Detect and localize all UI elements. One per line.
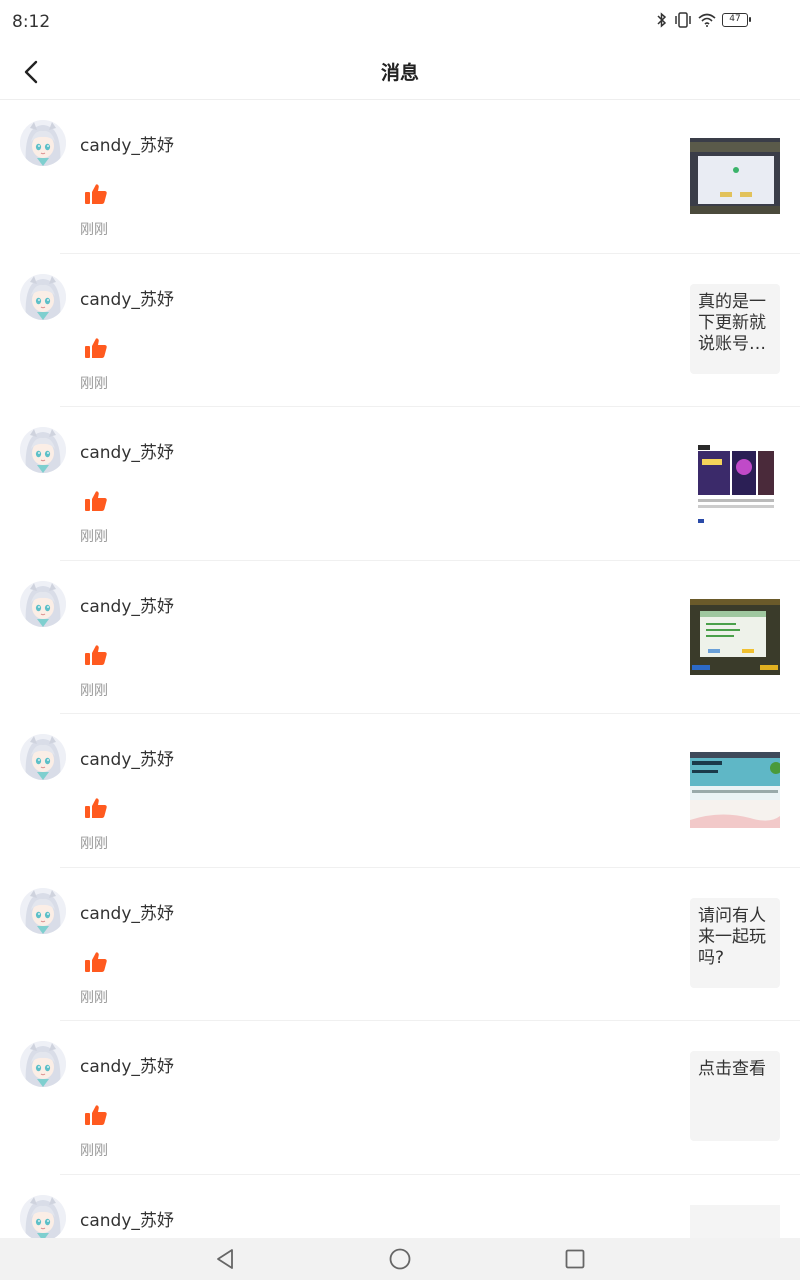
recents-square-icon <box>565 1249 585 1269</box>
username[interactable]: candy_苏妤 <box>80 1206 174 1231</box>
timestamp: 刚刚 <box>80 222 108 238</box>
thumbs-up-icon <box>84 950 108 974</box>
status-time: 8:12 <box>12 12 51 32</box>
message-row[interactable]: candy_苏妤 刚刚 点击查看 <box>0 1021 800 1175</box>
nav-recents-button[interactable] <box>563 1247 587 1271</box>
timestamp: 刚刚 <box>80 682 108 699</box>
avatar[interactable] <box>20 887 66 934</box>
avatar[interactable] <box>20 580 66 627</box>
thumbs-up-icon <box>84 1103 108 1127</box>
username[interactable]: candy_苏妤 <box>80 131 174 156</box>
username[interactable]: candy_苏妤 <box>80 1052 174 1077</box>
battery-icon: 47 <box>722 13 751 27</box>
page-title: 消息 <box>380 62 419 84</box>
system-nav-bar <box>0 1238 800 1280</box>
username[interactable]: candy_苏妤 <box>80 899 174 924</box>
message-row[interactable]: candy_苏妤 刚刚 <box>0 1175 800 1238</box>
post-preview-image[interactable] <box>690 437 780 527</box>
message-row[interactable]: candy_苏妤 刚刚 <box>0 100 800 254</box>
home-circle-icon <box>389 1248 411 1270</box>
post-preview-text[interactable]: 请问有人来一起玩吗? <box>690 897 780 988</box>
post-preview-image[interactable] <box>690 130 780 220</box>
thumbs-up-icon <box>84 643 108 667</box>
username[interactable]: candy_苏妤 <box>80 438 174 463</box>
vibrate-icon <box>674 12 692 28</box>
timestamp: 刚刚 <box>80 375 108 392</box>
message-row[interactable]: candy_苏妤 刚刚 真的是一下更新就说账号被封了 <box>0 254 800 408</box>
preview-text: 真的是一下更新就说账号被封了 <box>698 291 766 354</box>
message-row[interactable]: candy_苏妤 刚刚 <box>0 407 800 561</box>
status-icons: 47 <box>656 12 751 28</box>
avatar[interactable] <box>20 1041 66 1087</box>
timestamp: 刚刚 <box>80 1143 108 1159</box>
bluetooth-icon <box>656 12 668 28</box>
message-list[interactable]: candy_苏妤 刚刚 candy_苏妤 刚刚真的是一下更新就说账号被封了 ca… <box>0 100 800 1238</box>
timestamp: 刚刚 <box>80 989 108 1006</box>
avatar[interactable] <box>20 273 66 320</box>
thumbs-up-icon <box>84 182 108 206</box>
avatar[interactable] <box>20 734 66 780</box>
message-row[interactable]: candy_苏妤 刚刚 请问有人来一起玩吗? <box>0 868 800 1022</box>
thumbs-up-icon <box>84 796 108 820</box>
preview-text: 点击查看 <box>698 1059 766 1079</box>
post-preview-text[interactable]: 点击查看 <box>690 1051 780 1141</box>
message-row[interactable]: candy_苏妤 刚刚 <box>0 714 800 868</box>
avatar[interactable] <box>20 1194 66 1238</box>
preview-text: 请问有人来一起玩吗? <box>698 905 766 968</box>
timestamp: 刚刚 <box>80 836 108 852</box>
username[interactable]: candy_苏妤 <box>80 285 174 310</box>
thumbs-up-icon <box>84 489 108 513</box>
post-preview-image[interactable] <box>690 744 780 834</box>
nav-home-button[interactable] <box>388 1247 412 1271</box>
avatar[interactable] <box>20 120 66 166</box>
nav-back-button[interactable] <box>213 1247 237 1271</box>
username[interactable]: candy_苏妤 <box>80 745 174 770</box>
header: 消息 <box>0 44 800 100</box>
username[interactable]: candy_苏妤 <box>80 592 174 617</box>
post-preview-text[interactable]: 真的是一下更新就说账号被封了 <box>690 283 780 374</box>
thumbs-up-icon <box>84 336 108 360</box>
post-preview-image[interactable] <box>690 590 780 681</box>
back-triangle-icon <box>217 1249 233 1269</box>
avatar[interactable] <box>20 427 66 473</box>
timestamp: 刚刚 <box>80 529 108 545</box>
status-bar: 8:12 47 <box>0 0 800 44</box>
message-row[interactable]: candy_苏妤 刚刚 <box>0 561 800 715</box>
wifi-icon <box>698 13 716 27</box>
post-preview-image[interactable] <box>690 1204 780 1238</box>
